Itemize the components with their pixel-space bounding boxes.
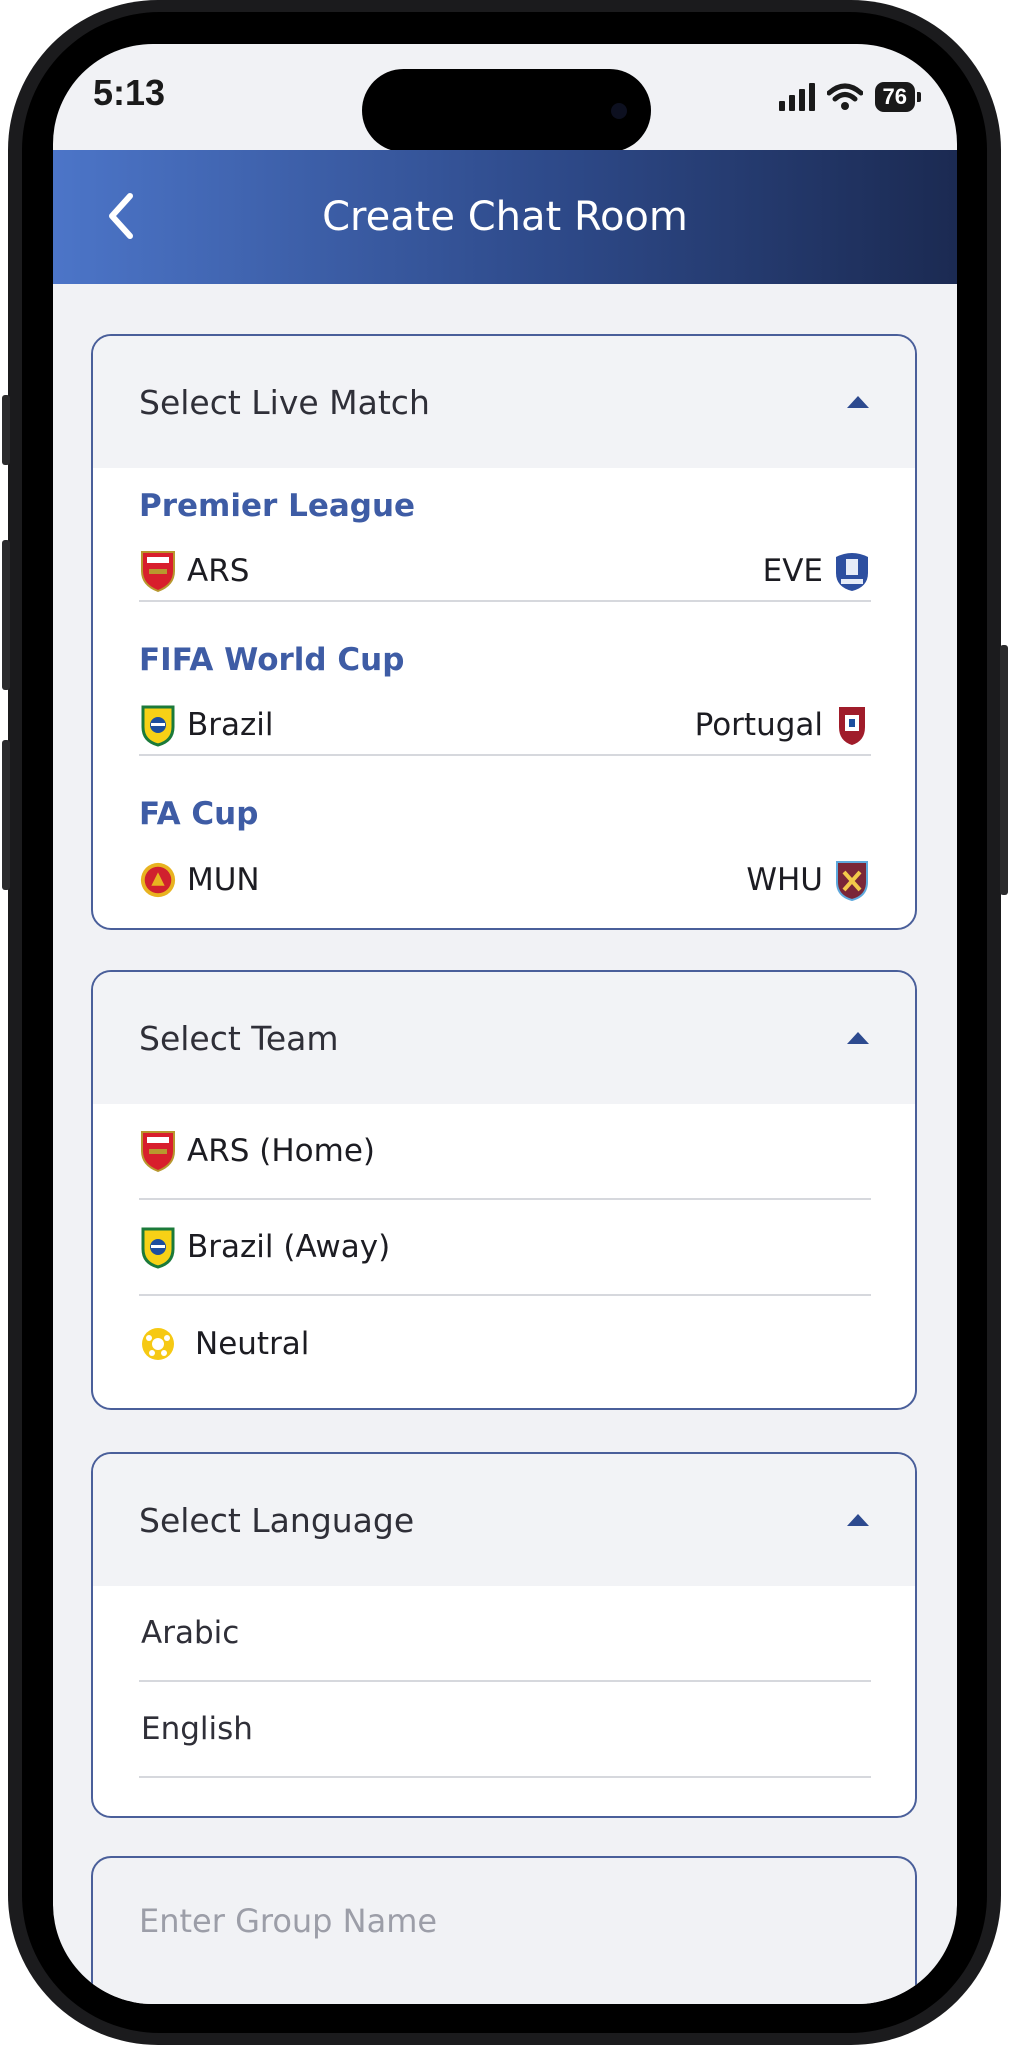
action-button — [2, 395, 10, 465]
language-dropdown-header[interactable]: Select Language — [93, 1454, 915, 1586]
westham-crest-icon — [836, 861, 868, 902]
language-label: Select Language — [139, 1500, 415, 1540]
live-match-label: Select Live Match — [139, 382, 430, 422]
team-label: Select Team — [139, 1018, 339, 1058]
everton-crest-icon — [836, 553, 868, 591]
group-name-placeholder: Enter Group Name — [139, 1902, 438, 1940]
soccer-ball-icon — [142, 1328, 174, 1360]
manutd-crest-icon — [140, 862, 176, 898]
match-row[interactable]: MUN WHU — [139, 850, 871, 910]
back-button[interactable] — [91, 186, 151, 246]
team-option-label: ARS (Home) — [187, 1133, 376, 1169]
match-row[interactable]: Brazil Portugal — [139, 696, 871, 756]
league-label: FA Cup — [139, 796, 259, 832]
league-label: FIFA World Cup — [139, 642, 405, 678]
live-match-dropdown: Select Live Match Premier League ARS EVE — [91, 334, 917, 930]
away-team: Portugal — [695, 703, 871, 747]
team-option[interactable]: Neutral — [139, 1296, 871, 1392]
app-header: Create Chat Room — [53, 150, 957, 284]
page-title: Create Chat Room — [322, 194, 688, 240]
home-team-name: Brazil — [187, 707, 274, 743]
league-label: Premier League — [139, 488, 416, 524]
home-team: Brazil — [139, 703, 274, 747]
language-option-english[interactable]: English — [139, 1682, 871, 1778]
team-option-label: Neutral — [195, 1326, 310, 1362]
power-button — [1000, 645, 1008, 895]
status-time: 5:13 — [93, 72, 166, 113]
away-team-name: Portugal — [694, 707, 823, 743]
away-team-name: WHU — [746, 862, 823, 898]
home-team-name: MUN — [187, 862, 260, 898]
chevron-left-icon — [109, 193, 133, 239]
status-icons: 76 — [778, 82, 921, 112]
group-name-field[interactable]: Enter Group Name — [91, 1856, 917, 2004]
brazil-crest-icon — [141, 1227, 175, 1269]
team-option[interactable]: Brazil (Away) — [139, 1200, 871, 1296]
home-team: MUN — [139, 858, 260, 902]
match-row[interactable]: ARS EVE — [139, 542, 871, 602]
caret-up-icon — [847, 396, 869, 408]
battery-tip — [917, 92, 921, 102]
arsenal-crest-icon — [141, 1131, 175, 1173]
away-team-name: EVE — [762, 553, 823, 589]
camera-icon — [611, 103, 627, 119]
wifi-icon — [826, 83, 863, 110]
volume-down-button — [2, 740, 10, 890]
home-team: ARS — [139, 549, 249, 593]
live-match-dropdown-header[interactable]: Select Live Match — [93, 336, 915, 468]
caret-up-icon — [847, 1514, 869, 1526]
arsenal-crest-icon — [141, 551, 175, 593]
dynamic-island — [362, 69, 651, 152]
away-team: EVE — [763, 549, 871, 593]
brazil-crest-icon — [141, 705, 175, 747]
volume-up-button — [2, 540, 10, 690]
signal-icon — [778, 83, 815, 111]
portugal-crest-icon — [839, 707, 865, 745]
screen: 5:13 76 Create Chat Room Select Live Mat… — [53, 44, 957, 2004]
caret-up-icon — [847, 1032, 869, 1044]
team-option-label: Brazil (Away) — [187, 1229, 391, 1265]
team-option[interactable]: ARS (Home) — [139, 1104, 871, 1200]
team-dropdown-header[interactable]: Select Team — [93, 972, 915, 1104]
away-team: WHU — [746, 858, 871, 902]
language-option-arabic[interactable]: Arabic — [139, 1586, 871, 1682]
home-team-name: ARS — [187, 553, 250, 589]
team-dropdown: Select Team ARS (Home) Brazil (Away) Neu… — [91, 970, 917, 1410]
language-dropdown: Select Language Arabic English — [91, 1452, 917, 1818]
battery-indicator: 76 — [874, 82, 915, 112]
